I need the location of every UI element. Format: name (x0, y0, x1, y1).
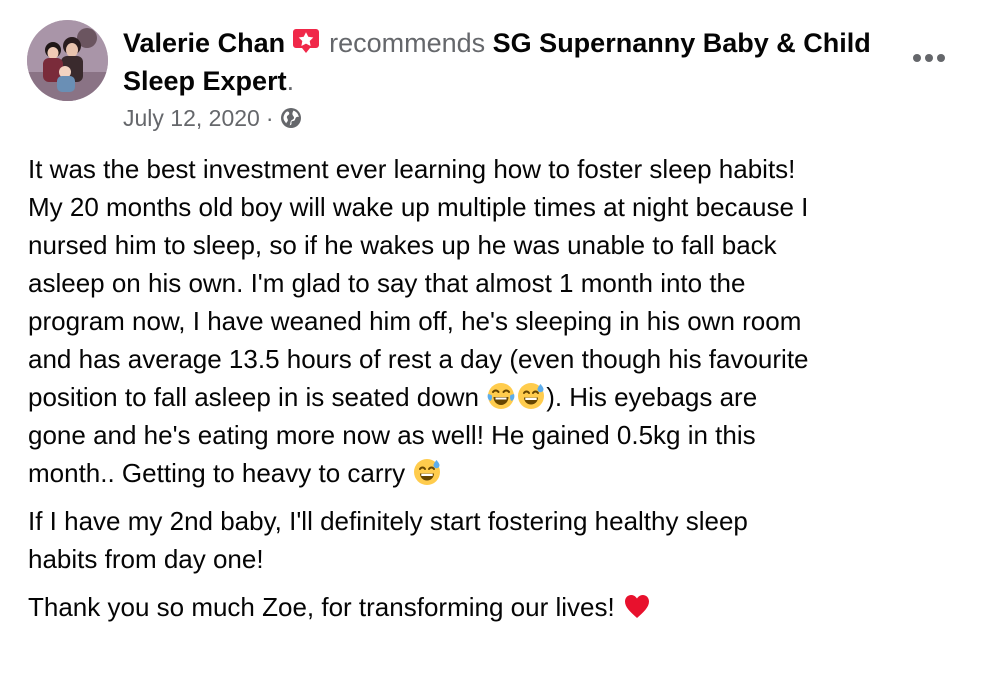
more-options-button[interactable] (905, 40, 953, 76)
globe-icon[interactable] (279, 106, 303, 130)
paragraph-3: Thank you so much Zoe, for transforming … (28, 588, 973, 626)
star-badge-icon (291, 27, 321, 55)
avatar[interactable] (27, 20, 108, 101)
post-meta: July 12, 2020 · (123, 100, 303, 136)
meta-separator: · (265, 104, 274, 131)
paragraph-3-text: Thank you so much Zoe, for transforming … (28, 592, 622, 622)
paragraph-1: It was the best investment ever learning… (28, 150, 973, 492)
post-header: Valerie Chan recommends SG Supernanny Bab… (123, 24, 893, 100)
paragraph-1-text-a: It was the best investment ever learning… (28, 154, 809, 412)
tears-of-joy-emoji (486, 381, 516, 411)
post-date[interactable]: July 12, 2020 (123, 105, 260, 132)
grinning-sweat-emoji (412, 457, 442, 487)
author-name[interactable]: Valerie Chan (123, 28, 285, 58)
post-body: It was the best investment ever learning… (28, 150, 973, 636)
header-line: Valerie Chan recommends SG Supernanny Bab… (123, 24, 893, 100)
more-options-icon (913, 54, 945, 62)
recommends-text: recommends (329, 28, 486, 58)
red-heart-emoji (622, 591, 652, 621)
header-period: . (286, 66, 295, 96)
recommendation-post: Valerie Chan recommends SG Supernanny Bab… (0, 0, 992, 684)
grinning-sweat-emoji (516, 381, 546, 411)
paragraph-2: If I have my 2nd baby, I'll definitely s… (28, 506, 748, 574)
